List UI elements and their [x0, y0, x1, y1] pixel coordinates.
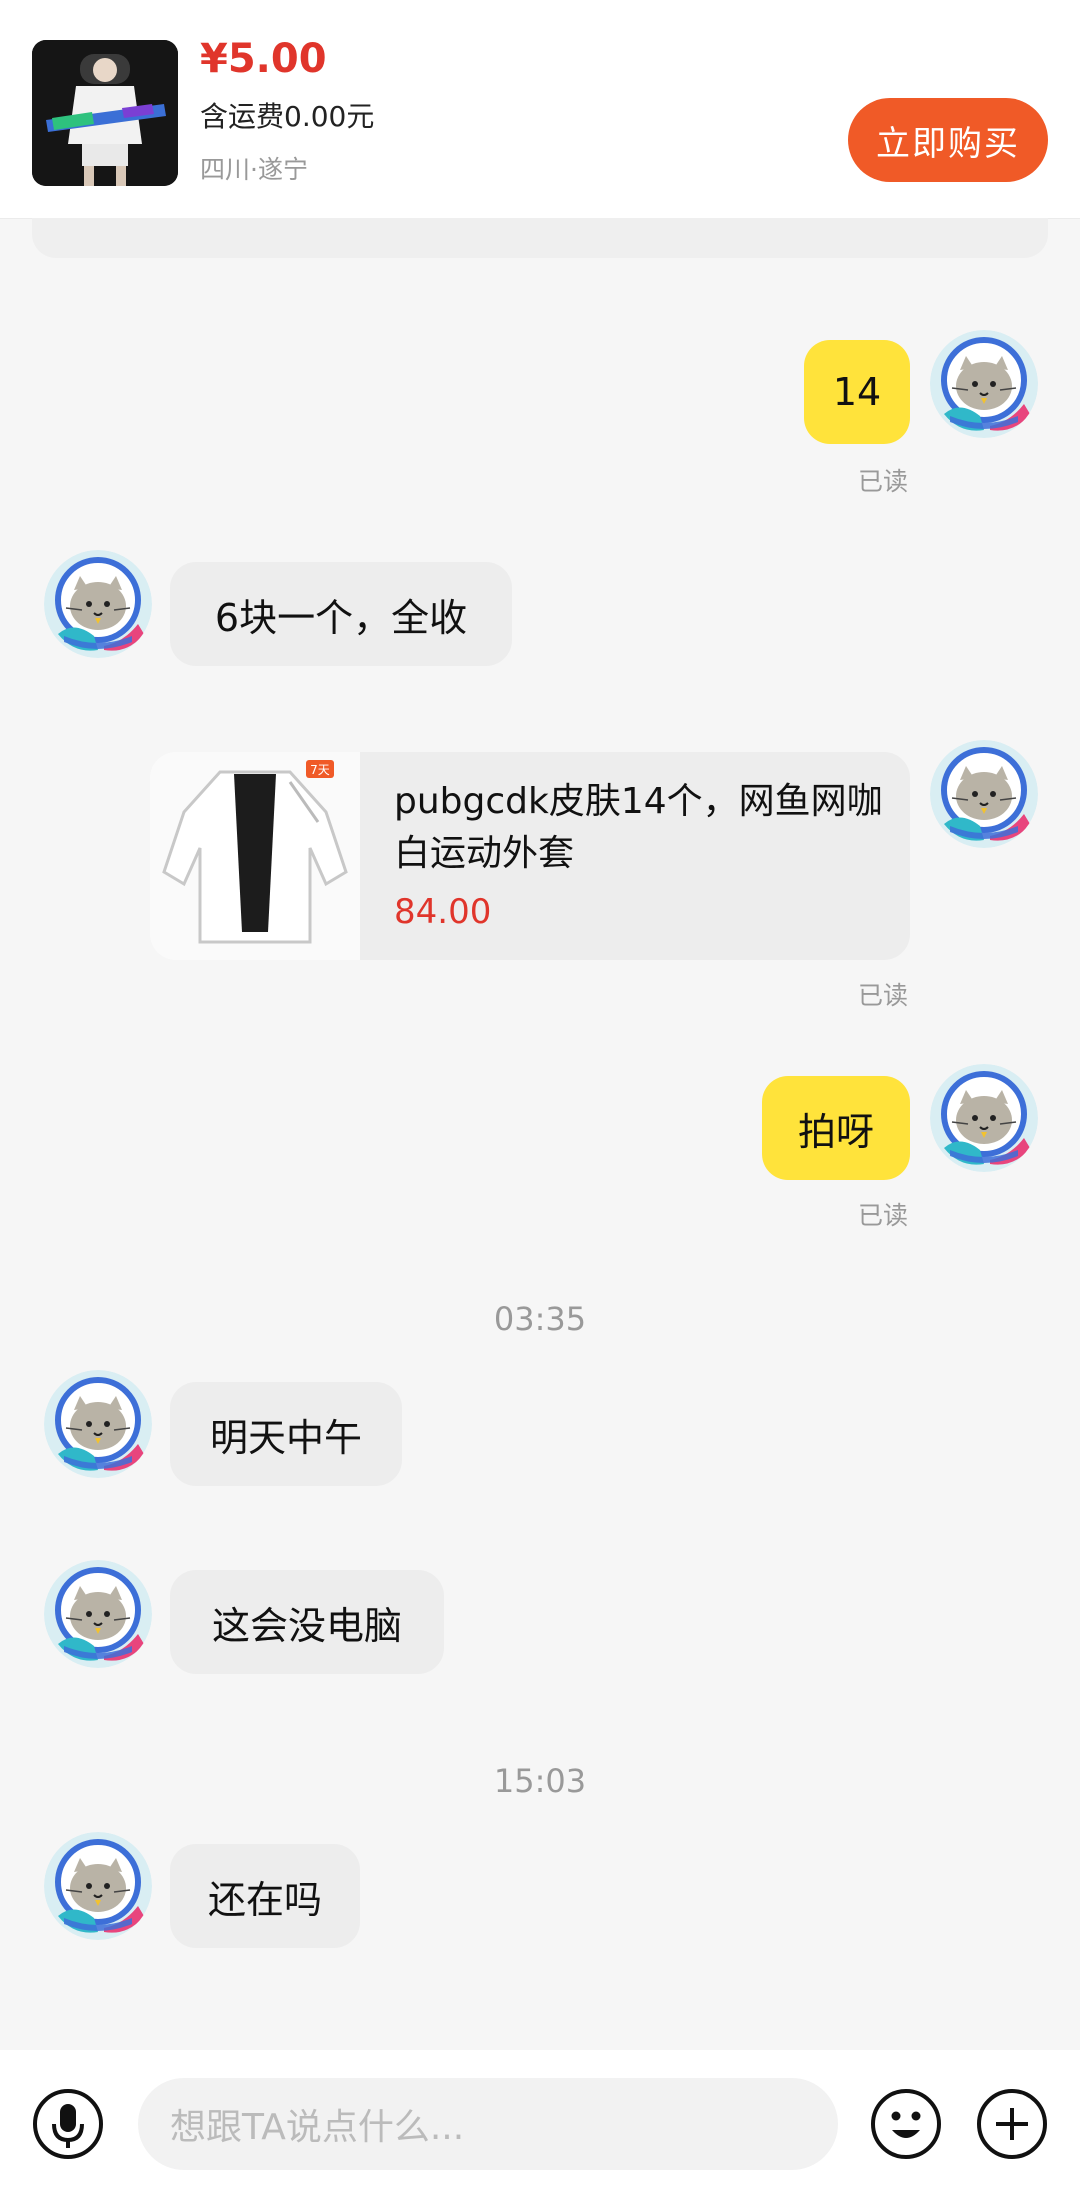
product-card-message[interactable]: 7天 pubgcdk皮肤14个，网鱼网咖白运动外套 84.00 [150, 752, 910, 960]
message-bubble-incoming[interactable]: 这会没电脑 [170, 1570, 444, 1674]
message-bubble-outgoing[interactable]: 拍呀 [762, 1076, 910, 1180]
product-card-badge: 7天 [310, 763, 330, 777]
contact-avatar[interactable] [44, 1370, 152, 1478]
message-bubble-incoming[interactable]: 明天中午 [170, 1382, 402, 1486]
read-receipt: 已读 [858, 981, 909, 1010]
cat-avatar-icon [44, 1560, 152, 1668]
seller-location: 四川·遂宁 [200, 155, 308, 184]
emoji-icon [871, 2089, 941, 2159]
read-receipt: 已读 [858, 467, 909, 496]
cat-avatar-icon [44, 1832, 152, 1940]
message-bubble-incoming[interactable]: 6块一个，全收 [170, 562, 512, 666]
product-card-image: 7天 [150, 752, 360, 960]
chat-timestamp: 15:03 [493, 1762, 587, 1800]
message-input[interactable]: 想跟TA说点什么... [138, 2078, 838, 2170]
header-card-edge [32, 218, 1048, 258]
my-avatar[interactable] [930, 330, 1038, 438]
voice-input-button[interactable] [32, 2088, 104, 2160]
my-avatar[interactable] [930, 740, 1038, 848]
cat-avatar-icon [44, 550, 152, 658]
cat-avatar-icon [930, 740, 1038, 848]
microphone-icon [33, 2089, 103, 2159]
contact-avatar[interactable] [44, 1560, 152, 1668]
product-card-title: pubgcdk皮肤14个，网鱼网咖白运动外套 [394, 781, 883, 874]
product-card-price: 84.00 [394, 892, 492, 932]
contact-avatar[interactable] [44, 1832, 152, 1940]
cat-avatar-icon [44, 1370, 152, 1478]
cat-avatar-icon [930, 1064, 1038, 1172]
read-receipt: 已读 [858, 1201, 909, 1230]
chat-timestamp: 03:35 [493, 1300, 587, 1338]
more-options-button[interactable] [976, 2088, 1048, 2160]
my-avatar[interactable] [930, 1064, 1038, 1172]
product-price: ¥5.00 [200, 36, 327, 82]
plus-icon [977, 2089, 1047, 2159]
buy-now-button[interactable]: 立即购买 [848, 98, 1048, 182]
cat-avatar-icon [930, 330, 1038, 438]
contact-avatar[interactable] [44, 550, 152, 658]
product-header[interactable]: ¥5.00 含运费0.00元 四川·遂宁 立即购买 [0, 0, 1080, 219]
message-bubble-incoming[interactable]: 还在吗 [170, 1844, 360, 1948]
message-bubble-outgoing[interactable]: 14 [804, 340, 910, 444]
product-thumbnail[interactable] [32, 40, 178, 186]
shipping-fee: 含运费0.00元 [200, 100, 375, 133]
emoji-button[interactable] [870, 2088, 942, 2160]
